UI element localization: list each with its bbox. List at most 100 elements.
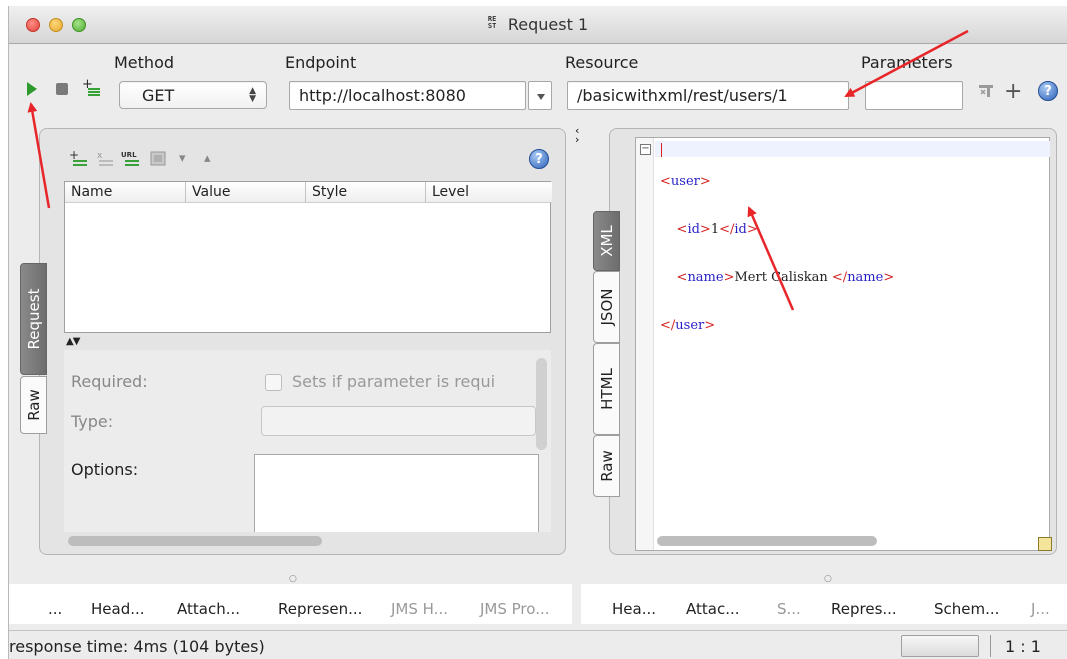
parameters-label: Parameters [861,53,953,72]
xml-tag-id-close: id [734,222,747,237]
tab-raw-request[interactable]: Raw [20,376,47,434]
run-request-icon[interactable] [27,82,37,96]
endpoint-field[interactable]: http://localhost:8080 [289,81,526,110]
tab-raw-request-label: Raw [24,389,43,421]
btab-resp-schema[interactable]: Schem... [934,600,999,618]
btab-resp-ssl[interactable]: S... [777,600,801,618]
move-up-icon[interactable]: ▴ [204,151,211,166]
tab-request[interactable]: Request [20,263,47,375]
xml-tag-name-open: name [687,270,724,285]
svg-text:URL: URL [121,151,137,159]
details-vertical-scrollbar[interactable] [536,358,547,450]
xml-tag-user-close: user [675,318,705,333]
btab-attachments[interactable]: Attach... [177,600,240,618]
editor-gutter: − [636,138,654,550]
fold-toggle-icon[interactable]: − [640,144,651,155]
param-help-icon[interactable]: ? [529,149,549,169]
tab-xml[interactable]: XML [593,211,620,271]
params-table[interactable]: Name Value Style Level [64,181,552,333]
btab-resp-representations[interactable]: Repres... [831,600,897,618]
xml-tag-id-open: id [687,222,700,237]
remove-param-row-icon[interactable]: x [95,149,115,171]
xml-name-value: Mert Caliskan [734,270,832,285]
resource-field[interactable]: /basicwithxml/rest/users/1 [567,81,849,110]
xml-tag-name-close: name [847,270,884,285]
tab-json[interactable]: JSON [593,271,620,343]
btab-resp-jms[interactable]: J... [1031,600,1050,618]
move-down-icon[interactable]: ▾ [179,151,186,166]
add-request-icon[interactable]: + [82,76,100,96]
tab-request-label: Request [24,288,43,350]
chevron-down-icon [537,94,545,100]
btab-resp-attachments[interactable]: Attac... [686,600,740,618]
column-header-style[interactable]: Style [306,182,426,203]
tab-raw-response[interactable]: Raw [593,435,620,497]
btab-jms-properties[interactable]: JMS Pro... [480,600,550,618]
method-label: Method [114,53,175,72]
endpoint-value: http://localhost:8080 [299,86,466,105]
right-resize-dot[interactable]: ○ [824,574,832,584]
required-label: Required: [71,372,148,391]
add-param-row-icon[interactable]: + [69,148,89,171]
left-resize-dot[interactable]: ○ [289,574,297,584]
btab-more-left[interactable]: ... [48,600,62,618]
request-horizontal-scrollbar[interactable] [68,536,322,546]
window-title: RE ST Request 1 [9,15,1067,34]
tab-raw-response-label: Raw [597,450,616,482]
sets-if-label: Sets if parameter is requi [292,372,496,391]
url-params-icon[interactable]: URL [121,149,143,171]
required-checkbox[interactable] [265,374,282,391]
btab-representations[interactable]: Represen... [278,600,362,618]
updown-icon: ▲ ▼ [249,86,256,104]
endpoint-label: Endpoint [285,53,357,72]
btab-resp-headers[interactable]: Hea... [612,600,656,618]
xml-line: </user> [660,318,716,333]
image-params-icon[interactable] [149,149,167,171]
search-corner-icon[interactable] [1038,537,1052,551]
column-header-name[interactable]: Name [65,182,186,203]
cursor-position: 1 : 1 [1005,637,1041,656]
param-toolbar: + x URL ▾ ▴ ? [69,148,549,171]
column-header-value[interactable]: Value [186,182,306,203]
xml-code: <user> <id>1</id> <name>Mert Caliskan </… [660,142,894,366]
rest-icon: RE ST [487,15,497,30]
method-value: GET [142,86,175,105]
status-divider [990,635,991,657]
stop-request-icon[interactable] [56,83,68,95]
title-bar: RE ST Request 1 [9,6,1067,44]
status-bar: response time: 4ms (104 bytes) 1 : 1 [9,630,1067,659]
param-details: Required: Sets if parameter is requi Typ… [64,350,551,532]
options-list[interactable] [254,454,539,532]
add-param-icon[interactable]: + [1004,79,1022,104]
parameters-field[interactable] [865,81,963,110]
response-time-text: response time: 4ms (104 bytes) [9,637,265,656]
tab-html[interactable]: HTML [593,343,620,435]
help-icon[interactable]: ? [1038,81,1058,101]
xml-line: <id>1</id> [676,222,758,237]
svg-text:x: x [97,151,103,161]
xml-response-editor[interactable]: − <user> <id>1</id> <name>Mert Caliskan … [635,137,1050,551]
endpoint-dropdown-button[interactable] [528,81,552,110]
panel-resize-handle[interactable]: ‹ › [575,125,579,145]
xml-tag-user-open: user [670,174,700,189]
xml-id-value: 1 [710,222,720,237]
tab-xml-label: XML [597,225,616,257]
type-label: Type: [71,412,114,431]
column-header-level[interactable]: Level [426,182,552,203]
options-label: Options: [71,460,139,479]
type-select[interactable] [261,406,536,436]
tab-json-label: JSON [597,288,616,326]
window-title-text: Request 1 [507,15,589,34]
btab-jms-headers[interactable]: JMS H... [391,600,448,618]
resource-value: /basicwithxml/rest/users/1 [577,86,788,105]
extract-params-icon[interactable] [978,83,994,104]
response-horizontal-scrollbar[interactable] [657,536,877,546]
tab-html-label: HTML [597,368,616,410]
resource-label: Resource [565,53,639,72]
xml-line: <name>Mert Caliskan </name> [676,270,895,285]
btab-headers[interactable]: Head... [91,600,145,618]
memory-gauge [901,635,979,657]
xml-line: <user> [660,174,711,189]
split-toggle-icon[interactable]: ▲▼ [66,336,80,347]
method-select[interactable]: GET ▲ ▼ [119,81,267,109]
